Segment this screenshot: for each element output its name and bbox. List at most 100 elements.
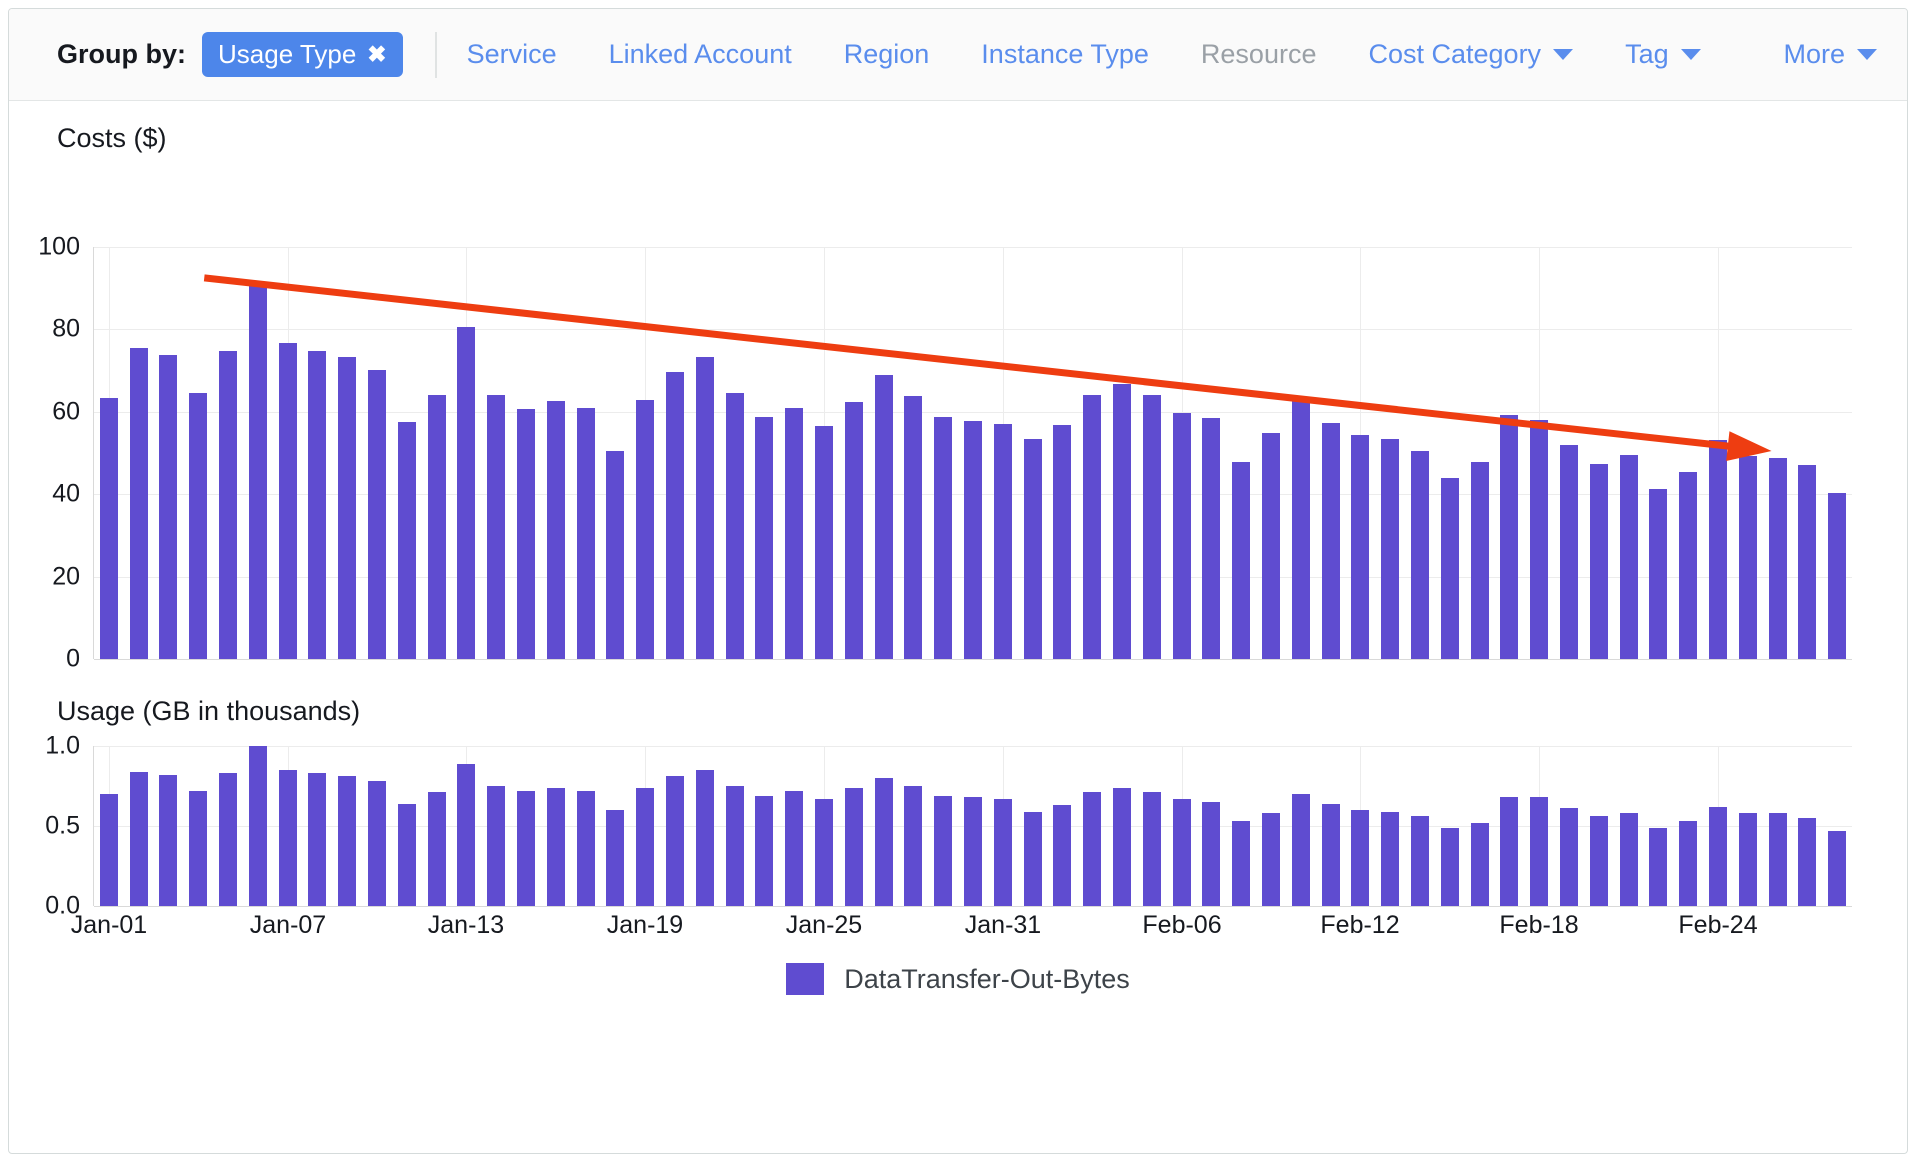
bar[interactable] (1411, 450, 1429, 659)
bar[interactable] (1113, 383, 1131, 659)
bar[interactable] (189, 393, 207, 659)
bar[interactable] (1828, 492, 1846, 659)
bar[interactable] (130, 347, 148, 659)
bar[interactable] (1083, 792, 1101, 906)
bar[interactable] (1322, 803, 1340, 906)
bar[interactable] (1381, 811, 1399, 906)
group-by-option-service[interactable]: Service (467, 39, 557, 70)
bar[interactable] (398, 421, 416, 659)
bar[interactable] (398, 803, 416, 906)
bar[interactable] (1798, 464, 1816, 659)
group-by-option-cost-category[interactable]: Cost Category (1368, 39, 1574, 70)
bar[interactable] (457, 327, 475, 659)
bar[interactable] (1053, 805, 1071, 906)
bar[interactable] (1590, 464, 1608, 659)
bar[interactable] (1232, 462, 1250, 659)
bar[interactable] (696, 357, 714, 659)
bar[interactable] (159, 774, 177, 906)
bar[interactable] (1262, 813, 1280, 906)
bar[interactable] (457, 763, 475, 906)
bar[interactable] (577, 790, 595, 906)
bar[interactable] (934, 795, 952, 906)
bar[interactable] (1083, 394, 1101, 659)
group-by-option-instance-type[interactable]: Instance Type (981, 39, 1149, 70)
bar[interactable] (815, 426, 833, 659)
bar[interactable] (875, 778, 893, 906)
group-by-option-linked-account[interactable]: Linked Account (609, 39, 792, 70)
bar[interactable] (636, 400, 654, 659)
bar[interactable] (1530, 420, 1548, 659)
bar[interactable] (1560, 808, 1578, 906)
bar[interactable] (606, 450, 624, 659)
bar[interactable] (755, 795, 773, 906)
group-by-chip-usage-type[interactable]: Usage Type ✖ (202, 32, 403, 77)
bar[interactable] (1828, 830, 1846, 906)
bar[interactable] (1500, 797, 1518, 906)
bar[interactable] (487, 786, 505, 906)
bar[interactable] (130, 771, 148, 906)
bar[interactable] (279, 342, 297, 659)
bar[interactable] (1143, 395, 1161, 659)
bar[interactable] (1769, 813, 1787, 906)
bar[interactable] (368, 369, 386, 659)
bar[interactable] (100, 398, 118, 659)
more-options-button[interactable]: More (1783, 39, 1877, 70)
bar[interactable] (1441, 478, 1459, 659)
bar[interactable] (428, 792, 446, 906)
bar[interactable] (1709, 806, 1727, 906)
bar[interactable] (487, 395, 505, 659)
bar[interactable] (845, 402, 863, 659)
bar[interactable] (1351, 435, 1369, 659)
bar[interactable] (1113, 787, 1131, 906)
bar[interactable] (815, 798, 833, 906)
bar[interactable] (696, 770, 714, 906)
group-by-option-tag[interactable]: Tag (1625, 39, 1701, 70)
costs-plot-area[interactable]: 0 20 40 60 80 100 (38, 233, 1852, 673)
bar[interactable] (904, 395, 922, 659)
bar[interactable] (726, 786, 744, 906)
bar[interactable] (1649, 489, 1667, 659)
bar[interactable] (428, 394, 446, 659)
bar[interactable] (1232, 821, 1250, 906)
bar[interactable] (1173, 412, 1191, 659)
bar[interactable] (726, 393, 744, 659)
bar[interactable] (1381, 438, 1399, 659)
bar[interactable] (636, 787, 654, 906)
bar[interactable] (666, 371, 684, 659)
bar[interactable] (547, 787, 565, 906)
bar[interactable] (517, 408, 535, 659)
usage-plot-area[interactable]: 0.0 0.5 1.0 (45, 732, 1852, 920)
bar[interactable] (785, 407, 803, 659)
bar[interactable] (338, 357, 356, 659)
bar[interactable] (994, 424, 1012, 659)
bar[interactable] (1173, 798, 1191, 906)
bar[interactable] (249, 286, 267, 659)
bar[interactable] (1202, 802, 1220, 906)
bar[interactable] (1649, 827, 1667, 906)
bar[interactable] (1441, 827, 1459, 906)
bar[interactable] (964, 421, 982, 659)
bar[interactable] (666, 776, 684, 906)
bar[interactable] (1292, 400, 1310, 659)
bar[interactable] (308, 773, 326, 906)
bar[interactable] (1679, 821, 1697, 906)
bar[interactable] (1798, 818, 1816, 906)
bar[interactable] (189, 790, 207, 906)
bar[interactable] (755, 416, 773, 659)
bar[interactable] (577, 408, 595, 659)
bar[interactable] (845, 787, 863, 906)
bar[interactable] (1053, 424, 1071, 659)
bar[interactable] (368, 781, 386, 906)
bar[interactable] (1202, 418, 1220, 659)
bar[interactable] (1620, 813, 1638, 906)
bar[interactable] (1322, 422, 1340, 659)
bar[interactable] (1292, 794, 1310, 906)
bar[interactable] (100, 794, 118, 906)
bar[interactable] (904, 786, 922, 906)
bar[interactable] (1709, 440, 1727, 659)
bar[interactable] (159, 354, 177, 659)
bar[interactable] (547, 400, 565, 659)
bar[interactable] (1471, 461, 1489, 659)
bar[interactable] (785, 790, 803, 906)
bar[interactable] (1351, 810, 1369, 906)
